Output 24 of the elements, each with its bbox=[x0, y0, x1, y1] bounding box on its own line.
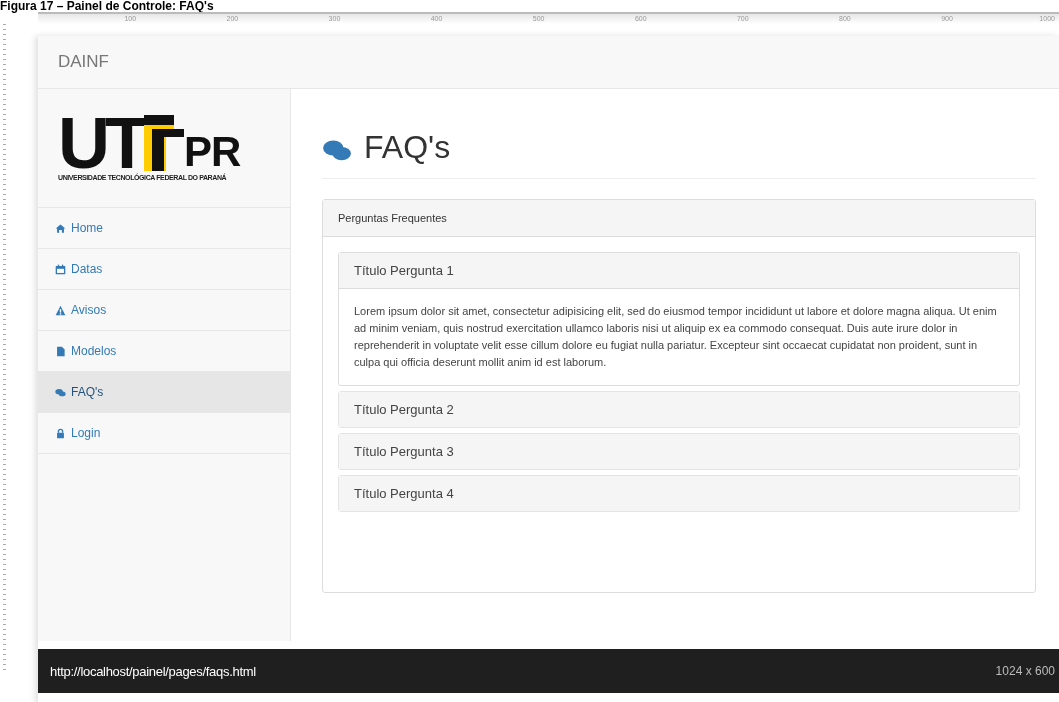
file-icon bbox=[55, 345, 66, 357]
logo-f-drawing bbox=[144, 115, 184, 171]
sidebar-item[interactable]: Avisos bbox=[38, 290, 290, 331]
question-header[interactable]: Título Pergunta 3 bbox=[339, 434, 1019, 469]
sidebar-item[interactable]: Home bbox=[38, 208, 290, 249]
lock-icon bbox=[55, 427, 66, 439]
panel-heading: Perguntas Frequentes bbox=[323, 200, 1035, 237]
warning-icon bbox=[55, 304, 66, 316]
sidebar-item[interactable]: Login bbox=[38, 413, 290, 454]
viewport-size: 1024 x 600 bbox=[995, 664, 1055, 678]
question-header[interactable]: Título Pergunta 2 bbox=[339, 392, 1019, 427]
figure-caption: Figura 17 – Painel de Controle: FAQ's bbox=[0, 0, 215, 12]
navbar-brand[interactable]: DAINF bbox=[58, 52, 109, 72]
comments-icon bbox=[55, 386, 66, 398]
logo-text: PR bbox=[184, 133, 241, 171]
sidebar-item[interactable]: Datas bbox=[38, 249, 290, 290]
home-icon bbox=[55, 222, 66, 234]
calendar-icon bbox=[55, 263, 66, 275]
page-url: http://localhost/painel/pages/faqs.html bbox=[50, 663, 256, 679]
page-title: FAQ's bbox=[364, 129, 451, 166]
answer-text: Lorem ipsum dolor sit amet, consectetur adipisicing elit, sed do eiusmod tempor incididunt ut labore et dolore magna aliqua. Ut enim ad minim veniam, quis nostrud exercitation ullamco laboris nisi ut aliquip ex ea commodo consequat. Duis aute irure dolor in reprehenderit in voluptate velit esse cillum dolore eu fugiat nulla pariatur. Excepteur sint occaecat cupidatat non proident, sunt in culpa qui officia deserunt mollit anim id est laborum. bbox=[353, 304, 998, 370]
sidebar-item[interactable]: FAQ's bbox=[38, 372, 290, 413]
question-header[interactable]: Título Pergunta 4 bbox=[339, 476, 1019, 511]
question-header[interactable]: Título Pergunta 1 bbox=[339, 253, 1019, 289]
